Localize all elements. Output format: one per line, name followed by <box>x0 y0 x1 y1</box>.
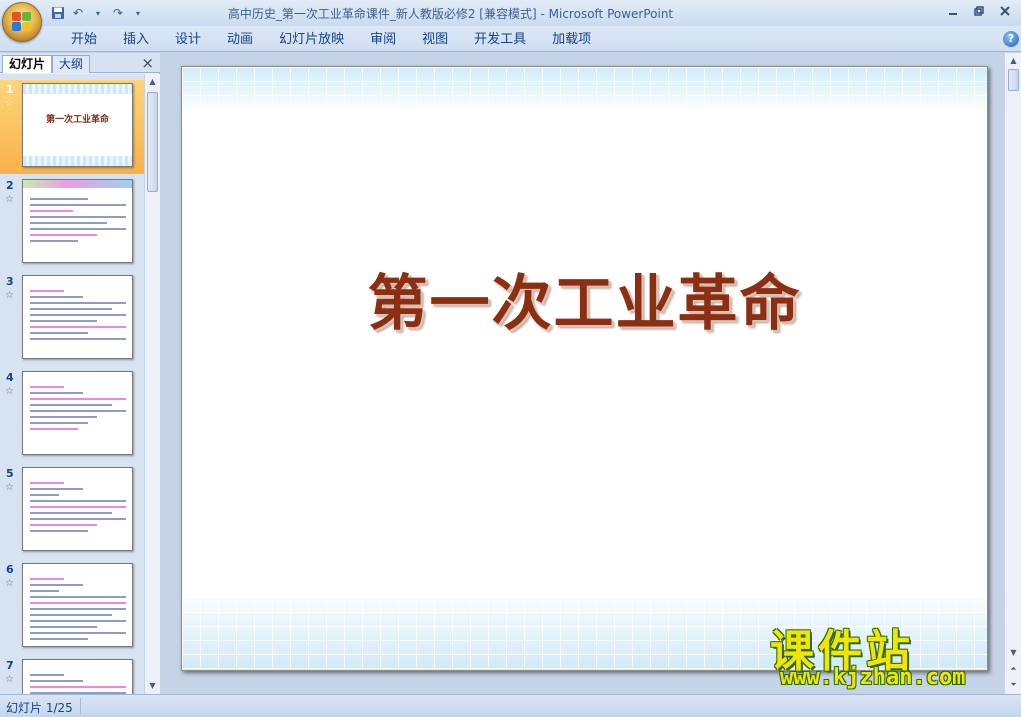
animation-star-icon: ☆ <box>5 290 14 301</box>
slide-scrollbar[interactable]: ▲ ▼ ⏶ ⏷ <box>1004 53 1021 694</box>
slide-number: 5 <box>6 467 14 480</box>
title-separator: - <box>536 7 549 21</box>
help-icon[interactable]: ? <box>1003 31 1019 47</box>
slide-top-band <box>182 67 987 109</box>
document-name: 高中历史_第一次工业革命课件_新人教版必修2 [兼容模式] <box>227 7 537 21</box>
animation-star-icon: ☆ <box>5 578 14 589</box>
animation-star-icon: ☆ <box>5 674 14 685</box>
minimize-icon[interactable] <box>941 2 965 20</box>
panel-close-icon[interactable]: × <box>141 54 154 72</box>
scroll-down-icon[interactable]: ▼ <box>1007 646 1020 660</box>
slide-thumbnail-4[interactable]: 4 ☆ <box>0 368 144 462</box>
slide-thumbnail-7[interactable]: 7 ☆ <box>0 656 144 694</box>
slide-title[interactable]: 第一次工业革命 <box>182 255 987 342</box>
window-controls <box>941 2 1017 20</box>
thumbnail-image <box>22 467 133 551</box>
slide-thumbnail-6[interactable]: 6 ☆ <box>0 560 144 654</box>
thumbnail-image <box>22 275 133 359</box>
slide-editing-area: 第一次工业革命 ▲ ▼ ⏶ ⏷ <box>161 53 1021 694</box>
office-logo-icon <box>12 12 32 32</box>
window-title: 高中历史_第一次工业革命课件_新人教版必修2 [兼容模式] - Microsof… <box>0 5 901 22</box>
office-button[interactable] <box>2 2 42 42</box>
tab-review[interactable]: 审阅 <box>357 31 409 49</box>
title-bar: ↶ ▾ ↷ ▾ 高中历史_第一次工业革命课件_新人教版必修2 [兼容模式] - … <box>0 0 1021 26</box>
slide-thumbnail-5[interactable]: 5 ☆ <box>0 464 144 558</box>
slide-number: 2 <box>6 179 14 192</box>
animation-star-icon: ☆ <box>5 98 14 109</box>
slide-thumbnail-3[interactable]: 3 ☆ <box>0 272 144 366</box>
scroll-up-icon[interactable]: ▲ <box>1007 54 1020 68</box>
scroll-up-icon[interactable]: ▲ <box>146 75 159 89</box>
slide-number: 1 <box>6 83 14 96</box>
next-slide-icon[interactable]: ⏷ <box>1007 678 1020 692</box>
status-bar: 幻灯片 1/25 <box>0 694 1021 717</box>
scrollbar-thumb[interactable] <box>1008 69 1019 91</box>
slide-counter: 幻灯片 1/25 <box>6 701 73 715</box>
thumbnail-title: 第一次工业革命 <box>45 115 109 125</box>
tab-animations[interactable]: 动画 <box>214 31 266 49</box>
scrollbar-thumb[interactable] <box>147 92 158 192</box>
slides-panel: 幻灯片 大纲 × 1 ☆ 第一次工业革命 2 ☆ 3 ☆ 4 ☆ 5 ☆ 6 ☆… <box>0 53 160 694</box>
slide-number: 7 <box>6 659 14 672</box>
ribbon-tabs: 开始 插入 设计 动画 幻灯片放映 审阅 视图 开发工具 加载项 <box>58 31 604 49</box>
tab-slide-show[interactable]: 幻灯片放映 <box>266 31 357 49</box>
thumbnail-image <box>22 179 133 263</box>
watermark-url: www.kjzhan.com <box>780 665 966 690</box>
tab-slides[interactable]: 幻灯片 <box>2 55 53 73</box>
slide-number: 3 <box>6 275 14 288</box>
animation-star-icon: ☆ <box>5 482 14 493</box>
application-name: Microsoft PowerPoint <box>548 7 674 21</box>
thumbnail-image <box>22 659 133 694</box>
tab-view[interactable]: 视图 <box>409 31 461 49</box>
tab-home[interactable]: 开始 <box>58 31 110 49</box>
animation-star-icon: ☆ <box>5 386 14 397</box>
slide-thumbnail-1[interactable]: 1 ☆ 第一次工业革命 <box>0 80 144 174</box>
tab-outline[interactable]: 大纲 <box>52 55 91 73</box>
panel-tabs: 幻灯片 大纲 × <box>0 53 160 73</box>
thumbnail-image <box>22 371 133 455</box>
thumbnail-image <box>22 563 133 647</box>
previous-slide-icon[interactable]: ⏶ <box>1007 662 1020 676</box>
thumbnail-scrollbar[interactable]: ▲ ▼ <box>144 74 160 694</box>
scroll-down-icon[interactable]: ▼ <box>146 679 159 693</box>
slide-number: 4 <box>6 371 14 384</box>
slide-thumbnail-2[interactable]: 2 ☆ <box>0 176 144 270</box>
thumbnail-image: 第一次工业革命 <box>22 83 133 167</box>
current-slide[interactable]: 第一次工业革命 <box>181 66 988 671</box>
tab-add-ins[interactable]: 加载项 <box>539 31 604 49</box>
thumbnail-list: 1 ☆ 第一次工业革命 2 ☆ 3 ☆ 4 ☆ 5 ☆ 6 ☆ 7 ☆ <box>0 74 144 694</box>
close-icon[interactable] <box>993 2 1017 20</box>
status-separator <box>80 698 81 714</box>
ribbon-tab-bar: 开始 插入 设计 动画 幻灯片放映 审阅 视图 开发工具 加载项 ? <box>0 26 1021 52</box>
powerpoint-window: ↶ ▾ ↷ ▾ 高中历史_第一次工业革命课件_新人教版必修2 [兼容模式] - … <box>0 0 1021 717</box>
restore-icon[interactable] <box>967 2 991 20</box>
slide-number: 6 <box>6 563 14 576</box>
tab-insert[interactable]: 插入 <box>110 31 162 49</box>
tab-design[interactable]: 设计 <box>162 31 214 49</box>
tab-developer[interactable]: 开发工具 <box>461 31 539 49</box>
watermark-logo: 课件站 www.kjzhan.com <box>770 615 1006 695</box>
animation-star-icon: ☆ <box>5 194 14 205</box>
